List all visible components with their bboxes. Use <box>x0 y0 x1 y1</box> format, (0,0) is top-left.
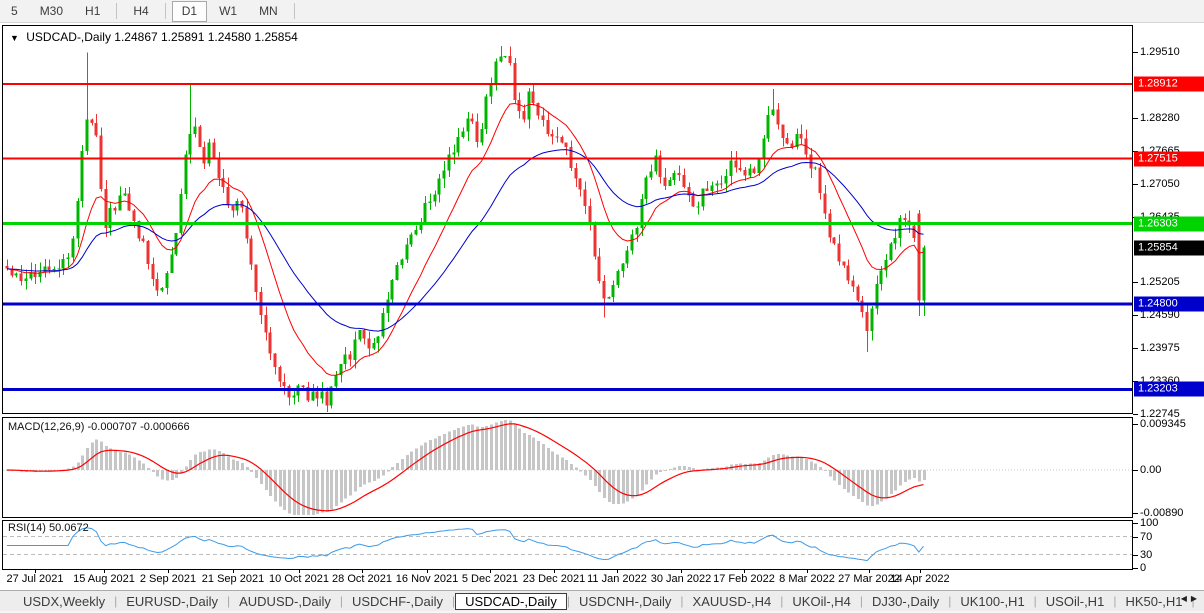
tab-scroll-left-icon[interactable]: ◀ <box>1181 594 1191 603</box>
axis-tick <box>1133 537 1138 538</box>
trading-platform-window: { "toolbar": { "timeframes": [ {"label":… <box>0 0 1204 613</box>
toolbar-separator <box>116 3 117 19</box>
date-tick-label: 11 Jan 2022 <box>587 573 647 585</box>
price-tick-label: 1.27050 <box>1140 178 1180 190</box>
rsi-line[interactable] <box>7 528 924 561</box>
main-chart-canvas[interactable] <box>3 26 1132 412</box>
tab-scroll-right-icon[interactable]: ▶ <box>1191 594 1201 603</box>
axis-tick <box>1133 52 1138 53</box>
axis-tick <box>1133 315 1138 316</box>
current-price-marker: 1.25854 <box>1134 241 1204 256</box>
tab-eurusd-daily[interactable]: EURUSD-,Daily <box>117 593 227 610</box>
tab-usdx-weekly[interactable]: USDX,Weekly <box>14 593 114 610</box>
tab-usoil-h1[interactable]: USOil-,H1 <box>1037 593 1114 610</box>
date-tick-label: 21 Sep 2021 <box>202 573 264 585</box>
tab-usdcnh-daily[interactable]: USDCNH-,Daily <box>570 593 680 610</box>
axis-tick <box>1133 348 1138 349</box>
timeframe-mn[interactable]: MN <box>249 1 288 22</box>
price-marker-1.24800: 1.24800 <box>1134 297 1204 312</box>
tab-usdchf-daily[interactable]: USDCHF-,Daily <box>343 593 452 610</box>
toolbar-separator <box>165 3 166 19</box>
chart-tab-bar: USDX,Weekly|EURUSD-,Daily|AUDUSD-,Daily|… <box>0 591 1204 611</box>
rsi-tick-label: 100 <box>1140 517 1158 529</box>
date-tick-label: 2 Sep 2021 <box>140 573 196 585</box>
tab-scroll-arrows: ◀▶ <box>1181 594 1201 603</box>
macd-tick-label: 0.00 <box>1140 464 1161 476</box>
date-tick-label: 5 Dec 2021 <box>462 573 518 585</box>
timeframe-w1[interactable]: W1 <box>209 1 247 22</box>
axis-tick <box>1133 555 1138 556</box>
chart-dropdown-icon[interactable]: ▼ <box>10 33 19 43</box>
date-tick-label: 8 Mar 2022 <box>779 573 835 585</box>
date-tick-label: 30 Jan 2022 <box>651 573 712 585</box>
rsi-value: 50.0672 <box>49 522 89 534</box>
date-tick-label: 14 Apr 2022 <box>890 573 949 585</box>
macd-signal-line[interactable] <box>7 424 924 511</box>
timeframe-m30[interactable]: M30 <box>30 1 73 22</box>
date-tick-label: 10 Oct 2021 <box>269 573 329 585</box>
timeframe-h4[interactable]: H4 <box>123 1 158 22</box>
date-tick-label: 27 Jul 2021 <box>7 573 64 585</box>
tab-audusd-daily[interactable]: AUDUSD-,Daily <box>230 593 340 610</box>
tab-ukoil-h4[interactable]: UKOil-,H4 <box>783 593 860 610</box>
rsi-label: RSI(14) 50.0672 <box>8 522 89 534</box>
price-marker-1.23203: 1.23203 <box>1134 382 1204 397</box>
price-tick-label: 1.25205 <box>1140 276 1180 288</box>
axis-tick <box>1133 118 1138 119</box>
chart-title: ▼ USDCAD-,Daily 1.24867 1.25891 1.24580 … <box>10 30 298 44</box>
toolbar-separator <box>294 3 295 19</box>
macd-label: MACD(12,26,9) -0.000707 -0.000666 <box>8 421 190 433</box>
axis-tick <box>1133 568 1138 569</box>
date-tick-label: 16 Nov 2021 <box>396 573 458 585</box>
macd-values: -0.000707 -0.000666 <box>87 421 189 433</box>
tab-dj30-daily[interactable]: DJ30-,Daily <box>863 593 948 610</box>
axis-tick <box>1133 414 1138 415</box>
macd-tick-label: 0.009345 <box>1140 418 1186 430</box>
timeframe-toolbar: 5M30H1 H4 D1W1MN <box>0 0 1204 23</box>
price-marker-1.27515: 1.27515 <box>1134 152 1204 167</box>
timeframe-5[interactable]: 5 <box>1 1 28 22</box>
price-marker-1.28912: 1.28912 <box>1134 77 1204 92</box>
price-tick-label: 1.29510 <box>1140 46 1180 58</box>
rsi-tick-label: 70 <box>1140 531 1152 543</box>
date-tick-label: 28 Oct 2021 <box>332 573 392 585</box>
axis-tick <box>1133 470 1138 471</box>
tab-usdcad-daily[interactable]: USDCAD-,Daily <box>455 593 567 610</box>
timeframe-d1[interactable]: D1 <box>172 1 207 22</box>
date-tick-label: 17 Feb 2022 <box>713 573 775 585</box>
axis-tick <box>1133 523 1138 524</box>
axis-tick <box>1133 513 1138 514</box>
tab-xauusd-h4[interactable]: XAUUSD-,H4 <box>684 593 781 610</box>
rsi-canvas[interactable] <box>3 521 1132 568</box>
price-tick-label: 1.28280 <box>1140 112 1180 124</box>
date-tick-label: 23 Dec 2021 <box>523 573 585 585</box>
rsi-tick-label: 30 <box>1140 549 1152 561</box>
timeframe-h1[interactable]: H1 <box>75 1 110 22</box>
price-tick-label: 1.23975 <box>1140 342 1180 354</box>
axis-tick <box>1133 184 1138 185</box>
chart-symbol-label: USDCAD-,Daily <box>26 30 111 44</box>
date-tick-label: 15 Aug 2021 <box>73 573 135 585</box>
tab-uk100-h1[interactable]: UK100-,H1 <box>951 593 1033 610</box>
rsi-tick-label: 0 <box>1140 562 1146 574</box>
axis-tick <box>1133 282 1138 283</box>
axis-tick <box>1133 424 1138 425</box>
chart-ohlc-quotes: 1.24867 1.25891 1.24580 1.25854 <box>114 30 298 44</box>
price-marker-1.26303: 1.26303 <box>1134 217 1204 232</box>
